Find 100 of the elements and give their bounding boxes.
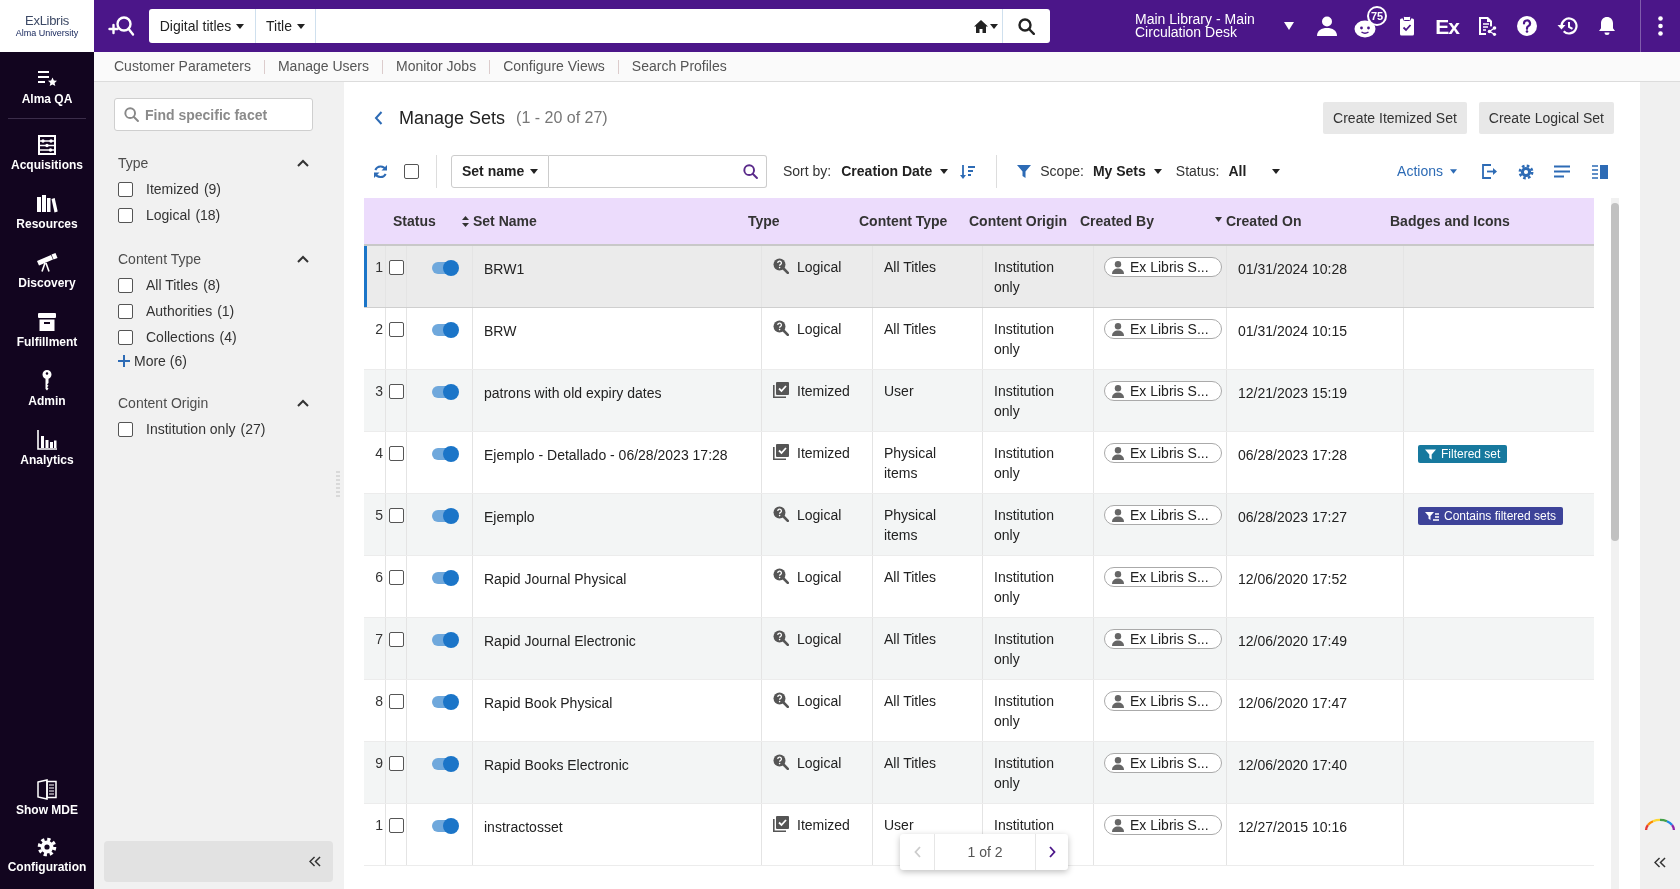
facet-option[interactable]: Logical (18) xyxy=(146,204,221,226)
user-chip[interactable]: Ex Libris S... xyxy=(1104,567,1222,587)
status-toggle[interactable] xyxy=(432,384,459,400)
rainbow-arc-icon[interactable] xyxy=(1644,818,1676,831)
set-name[interactable]: Rapid Journal Physical xyxy=(484,571,627,587)
facet-option[interactable]: Authorities (1) xyxy=(146,300,235,322)
status-toggle[interactable] xyxy=(432,694,459,710)
double-chevron-left-icon[interactable] xyxy=(1654,857,1666,868)
row-checkbox[interactable] xyxy=(388,694,404,709)
nav-item[interactable]: Resources xyxy=(0,191,94,250)
set-name[interactable]: Ejemplo - Detallado - 06/28/2023 17:28 xyxy=(484,447,728,463)
table-row[interactable]: 4 Ejemplo - Detallado - 06/28/2023 17:28 Itemized Physical items Institution only Ex Libris S... 06/28/2023 17:28 Filtered set xyxy=(364,432,1594,494)
nav-link[interactable]: Customer Parameters xyxy=(101,56,264,77)
row-checkbox[interactable] xyxy=(388,446,404,461)
user-chip[interactable]: Ex Libris S... xyxy=(1104,319,1222,339)
export-icon[interactable] xyxy=(1482,164,1497,179)
facet-search-field[interactable]: Find specific facet xyxy=(114,98,313,131)
facet-checkbox[interactable] xyxy=(118,207,133,223)
chevron-up-icon[interactable] xyxy=(297,255,309,263)
status-dropdown[interactable]: All xyxy=(1228,161,1281,182)
create-set-button[interactable]: Create Logical Set xyxy=(1478,102,1614,134)
nav-link[interactable]: Manage Users xyxy=(264,56,382,77)
table-row[interactable]: 5 Ejemplo Logical Physical items Institution only Ex Libris S... 06/28/2023 17:27 Contains filtered sets xyxy=(364,494,1594,556)
search-plus-icon[interactable] xyxy=(108,14,135,38)
status-toggle[interactable] xyxy=(432,756,459,772)
nav-item[interactable]: Fulfillment xyxy=(0,309,94,368)
scrollbar-thumb[interactable] xyxy=(1611,203,1619,541)
sort-dropdown[interactable]: Creation Date xyxy=(841,161,949,182)
facet-option[interactable]: Institution only (27) xyxy=(146,418,266,440)
facet-option[interactable]: All Titles (8) xyxy=(146,274,221,296)
nav-item[interactable]: Show MDE xyxy=(0,777,94,834)
user-chip[interactable]: Ex Libris S... xyxy=(1104,257,1222,277)
nav-item[interactable]: Admin xyxy=(0,368,94,427)
caret-icon[interactable] xyxy=(1284,22,1294,30)
set-search-field[interactable] xyxy=(549,155,767,188)
scope-dropdown[interactable]: Digital titles xyxy=(149,9,256,43)
facet-checkbox[interactable] xyxy=(118,181,133,197)
status-toggle[interactable] xyxy=(432,570,459,586)
help-icon[interactable] xyxy=(1517,16,1537,36)
facet-checkbox[interactable] xyxy=(118,303,133,319)
column-header[interactable]: Type xyxy=(748,210,780,232)
user-chip[interactable]: Ex Libris S... xyxy=(1104,691,1222,711)
clipboard-check-icon[interactable] xyxy=(1399,16,1415,36)
text-lines-icon[interactable] xyxy=(1554,165,1570,178)
set-name[interactable]: Ejemplo xyxy=(484,509,535,525)
chevron-left-icon[interactable] xyxy=(374,111,383,125)
column-header[interactable]: Content Origin xyxy=(969,210,1067,232)
more-link[interactable]: More (6) xyxy=(118,350,187,372)
kebab-menu-icon[interactable] xyxy=(1658,16,1663,36)
nav-link[interactable]: Configure Views xyxy=(490,56,618,77)
facet-option[interactable]: Collections (4) xyxy=(146,326,237,348)
user-chip[interactable]: Ex Libris S... xyxy=(1104,443,1222,463)
facet-checkbox[interactable] xyxy=(118,277,133,293)
table-row[interactable]: 2 BRW Logical All Titles Institution only Ex Libris S... 01/31/2024 10:15 xyxy=(364,308,1594,370)
sort-arrows-icon[interactable] xyxy=(462,215,469,227)
nav-item[interactable]: Alma QA xyxy=(0,66,94,110)
nav-link[interactable]: Monitor Jobs xyxy=(383,56,490,77)
set-name[interactable]: BRW xyxy=(484,323,517,339)
set-name[interactable]: Rapid Book Physical xyxy=(484,695,613,711)
user-chip[interactable]: Ex Libris S... xyxy=(1104,753,1222,773)
nav-item[interactable]: Configuration xyxy=(0,834,94,889)
column-header[interactable]: Created By xyxy=(1080,210,1154,232)
table-row[interactable]: 7 Rapid Journal Electronic Logical All Titles Institution only Ex Libris S... 12/06/2020 17:49 xyxy=(364,618,1594,680)
sort-down-icon[interactable] xyxy=(1215,216,1222,222)
nav-link[interactable]: Search Profiles xyxy=(618,56,740,77)
row-checkbox[interactable] xyxy=(388,384,404,399)
table-row[interactable]: 8 Rapid Book Physical Logical All Titles Institution only Ex Libris S... 12/06/2020 17:47 xyxy=(364,680,1594,742)
set-name[interactable]: BRW1 xyxy=(484,261,525,277)
row-checkbox[interactable] xyxy=(388,632,404,647)
status-toggle[interactable] xyxy=(432,632,459,648)
set-name[interactable]: Rapid Journal Electronic xyxy=(484,633,636,649)
column-header[interactable]: Set Name xyxy=(473,210,537,232)
table-row[interactable]: 1 BRW1 Logical All Titles Institution only Ex Libris S... 01/31/2024 10:28 xyxy=(364,246,1594,308)
field-dropdown[interactable]: Title xyxy=(256,9,316,43)
funnel-icon[interactable] xyxy=(1017,165,1032,178)
nav-item[interactable]: Discovery xyxy=(0,250,94,309)
scope-dropdown[interactable]: My Sets xyxy=(1092,161,1162,182)
status-toggle[interactable] xyxy=(432,260,459,276)
column-header[interactable]: Content Type xyxy=(859,210,948,232)
facet-option[interactable]: Itemized (9) xyxy=(146,178,222,200)
search-icon[interactable] xyxy=(743,164,758,179)
user-chip[interactable]: Ex Libris S... xyxy=(1104,505,1222,525)
history-icon[interactable] xyxy=(1556,16,1578,36)
set-name[interactable]: instractosset xyxy=(484,819,563,835)
user-chip[interactable]: Ex Libris S... xyxy=(1104,629,1222,649)
set-name[interactable]: patrons with old expiry dates xyxy=(484,385,662,401)
table-row[interactable]: 3 patrons with old expiry dates Itemized User Institution only Ex Libris S... 12/21/2023 15:19 xyxy=(364,370,1594,432)
facet-checkbox[interactable] xyxy=(118,421,133,437)
status-toggle[interactable] xyxy=(432,508,459,524)
status-toggle[interactable] xyxy=(432,322,459,338)
user-chip[interactable]: Ex Libris S... xyxy=(1104,815,1222,835)
split-view-icon[interactable] xyxy=(1592,164,1608,179)
facet-checkbox[interactable] xyxy=(118,329,133,345)
column-header[interactable]: Created On xyxy=(1226,210,1302,232)
table-row[interactable]: 6 Rapid Journal Physical Logical All Titles Institution only Ex Libris S... 12/06/2020 17:52 xyxy=(364,556,1594,618)
search-field-dropdown[interactable]: Set name xyxy=(451,155,549,188)
settings-icon[interactable] xyxy=(1518,163,1534,180)
row-checkbox[interactable] xyxy=(388,260,404,275)
table-row[interactable]: 9 Rapid Books Electronic Logical All Titles Institution only Ex Libris S... 12/06/2020 17:40 xyxy=(364,742,1594,804)
select-all-checkbox[interactable] xyxy=(404,164,419,179)
